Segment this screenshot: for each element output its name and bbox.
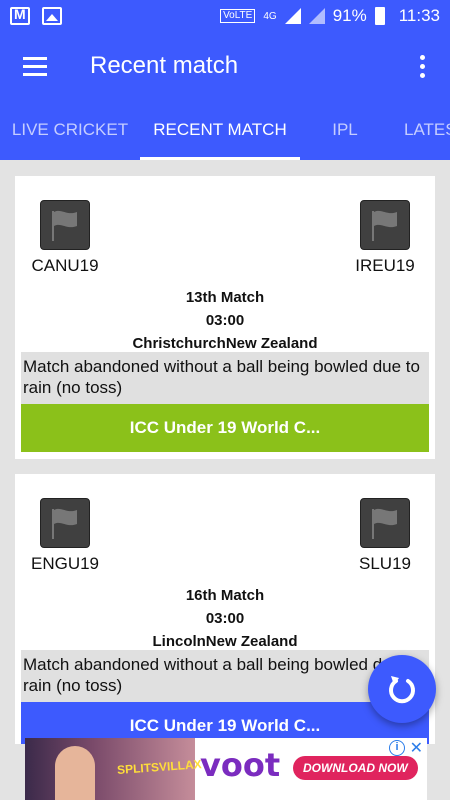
ad-close-icon[interactable]: ✕ xyxy=(410,738,423,758)
battery-percent: 91% xyxy=(332,6,367,25)
team-1-name: CANU19 xyxy=(31,256,99,275)
signal-no-service-icon xyxy=(308,8,325,24)
tab-live-cricket[interactable]: LIVE CRICKET xyxy=(0,100,140,160)
flag-icon xyxy=(40,200,90,250)
series-button[interactable]: ICC Under 19 World C... xyxy=(21,404,429,452)
team-2-name: IREU19 xyxy=(355,256,415,275)
flag-icon xyxy=(360,200,410,250)
match-time: 03:00 xyxy=(205,610,245,627)
ad-banner[interactable]: SPLITSVILLAX voot DOWNLOAD NOW i ✕ xyxy=(25,738,427,800)
tab-recent-match[interactable]: RECENT MATCH xyxy=(140,100,300,160)
team-1-name: ENGU19 xyxy=(30,554,100,573)
battery-icon xyxy=(374,7,385,25)
ad-info-icon[interactable]: i xyxy=(389,740,405,756)
tab-ipl[interactable]: IPL xyxy=(300,100,390,160)
app-bar: Recent match xyxy=(0,32,450,100)
network-type: 4G xyxy=(263,10,277,22)
ad-brand: voot xyxy=(200,746,281,784)
match-time: 03:00 xyxy=(205,312,245,329)
tab-latest[interactable]: LATES xyxy=(390,100,450,160)
flag-icon xyxy=(40,498,90,548)
photo-icon xyxy=(42,7,62,25)
refresh-icon xyxy=(389,676,415,704)
refresh-button[interactable] xyxy=(368,655,436,723)
match-number: 16th Match xyxy=(185,587,265,604)
gmail-icon xyxy=(10,6,30,25)
clock: 11:33 xyxy=(398,6,440,25)
volte-indicator: VoLTE xyxy=(220,9,256,23)
signal-icon xyxy=(284,8,301,24)
match-card[interactable]: CANU19 IREU19 13th Match 03:00 Christchu… xyxy=(15,176,435,459)
page-title: Recent match xyxy=(90,52,239,79)
match-result: Match abandoned without a ball being bow… xyxy=(21,352,429,404)
more-options-icon[interactable] xyxy=(394,32,450,100)
status-bar: VoLTE 4G 91% 11:33 xyxy=(0,0,450,32)
match-info: 13th Match 03:00 ChristchurchNew Zealand xyxy=(15,286,435,355)
menu-icon[interactable] xyxy=(0,32,70,100)
team-2-name: SLU19 xyxy=(359,554,411,573)
match-number: 13th Match xyxy=(185,289,265,306)
tab-bar: LIVE CRICKET RECENT MATCH IPL LATES xyxy=(0,100,450,160)
ad-cta-button[interactable]: DOWNLOAD NOW xyxy=(293,756,418,780)
team-2: IREU19 xyxy=(345,200,425,276)
team-2: SLU19 xyxy=(345,498,425,574)
flag-icon xyxy=(360,498,410,548)
team-1: ENGU19 xyxy=(25,498,105,574)
match-info: 16th Match 03:00 LincolnNew Zealand xyxy=(15,584,435,653)
team-1: CANU19 xyxy=(25,200,105,276)
